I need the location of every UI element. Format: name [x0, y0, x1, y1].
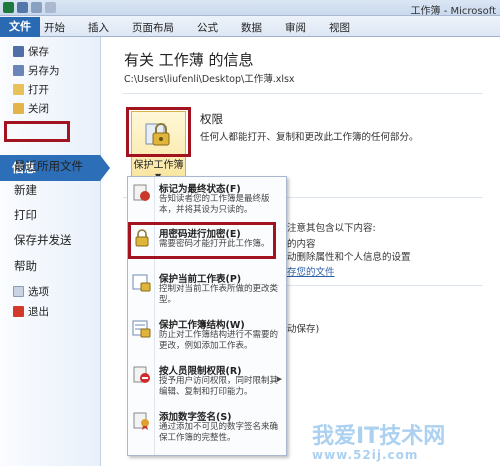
sidebar-item-close[interactable]: 关闭	[0, 99, 100, 117]
tab-formulas[interactable]: 公式	[197, 20, 218, 35]
protect-workbook-menu: 标记为最终状态(F) 告知读者您的工作簿是最终版本，并将其设为只读的。 用密码进…	[127, 176, 287, 456]
quick-access-toolbar	[3, 2, 56, 13]
sidebar-item-exit[interactable]: 退出	[0, 302, 100, 320]
menu-item-digital-signature[interactable]: 添加数字签名(S) 通过添加不可见的数字签名来确保工作簿的完整性。	[128, 407, 286, 451]
sidebar-item-options[interactable]: 选项	[0, 282, 100, 300]
menu-item-desc: 告知读者您的工作簿是最终版本，并将其设为只读的。	[159, 194, 270, 215]
backstage-sidebar: 保存 另存为 打开 关闭 信息 最近所用文件 新建 打印 保存并发送 帮助 选项…	[0, 37, 110, 466]
ribbon-tabs: 文件 开始 插入 页面布局 公式 数据 审阅 视图	[0, 16, 500, 37]
inspect-heading-fragment: 注意其包含以下内容:	[287, 223, 376, 234]
versions-line-fragment: 动保存)	[287, 324, 320, 335]
tab-review[interactable]: 审阅	[285, 20, 306, 35]
tab-list: 开始 插入 页面布局 公式 数据 审阅 视图	[44, 20, 373, 35]
permissions-heading: 权限	[200, 112, 223, 126]
divider	[287, 285, 483, 286]
site-watermark: 我爱IT技术网 www.52ij.com	[312, 418, 445, 462]
divider	[123, 93, 483, 94]
sidebar-item-label: 退出	[28, 305, 49, 318]
sidebar-item-recent[interactable]: 最近所用文件	[14, 158, 83, 174]
menu-item-protect-sheet[interactable]: 保护当前工作表(P) 控制对当前工作表所做的更改类型。	[128, 269, 286, 313]
sidebar-item-label: 打开	[28, 83, 49, 96]
menu-item-title: 标记为最终状态(F)	[159, 184, 241, 195]
menu-item-mark-final[interactable]: 标记为最终状态(F) 告知读者您的工作簿是最终版本，并将其设为只读的。	[128, 179, 286, 223]
menu-item-title: 添加数字签名(S)	[159, 412, 232, 423]
sidebar-item-label: 另存为	[28, 64, 60, 77]
exit-icon	[13, 305, 24, 317]
page-title: 有关 工作薄 的信息	[124, 51, 254, 69]
mark-final-icon	[133, 184, 150, 201]
window-title: 工作簿 - Microsoft	[410, 6, 496, 17]
inspect-link-fragment[interactable]: 存您的文件	[287, 264, 335, 278]
folder-open-icon	[13, 83, 24, 95]
restrict-permission-icon	[133, 366, 150, 383]
protect-workbook-label: 保护工作簿	[133, 160, 184, 171]
sidebar-item-label: 选项	[28, 285, 49, 298]
highlight-box-encrypt	[128, 222, 276, 259]
menu-item-title: 保护工作簿结构(W)	[159, 320, 245, 331]
folder-close-icon	[13, 102, 24, 114]
tab-page-layout[interactable]: 页面布局	[132, 20, 174, 35]
excel-app-icon[interactable]	[3, 2, 14, 13]
tab-home[interactable]: 开始	[44, 20, 65, 35]
menu-item-desc: 控制对当前工作表所做的更改类型。	[159, 284, 279, 305]
tab-insert[interactable]: 插入	[88, 20, 109, 35]
inspect-line-fragment: 动删除属性和个人信息的设置	[287, 252, 411, 263]
digital-signature-icon	[133, 412, 149, 430]
submenu-arrow-icon: ▶	[276, 375, 282, 383]
menu-item-restrict-permission[interactable]: 按人员限制权限(R) 授予用户访问权限，同时限制其编辑、复制和打印能力。 ▶	[128, 361, 286, 405]
inspect-line-fragment: 的内容	[287, 239, 316, 250]
sidebar-item-open[interactable]: 打开	[0, 80, 100, 98]
sidebar-item-label: 保存	[28, 45, 49, 58]
tab-data[interactable]: 数据	[241, 20, 262, 35]
menu-item-title: 按人员限制权限(R)	[159, 366, 242, 377]
menu-item-desc: 授予用户访问权限，同时限制其编辑、复制和打印能力。	[159, 376, 279, 397]
save-as-icon	[13, 64, 24, 76]
redo-icon[interactable]	[45, 2, 56, 13]
tab-view[interactable]: 视图	[329, 20, 350, 35]
sidebar-item-save-send[interactable]: 保存并发送	[14, 232, 72, 248]
menu-item-title: 保护当前工作表(P)	[159, 274, 242, 285]
tab-file[interactable]: 文件	[0, 17, 40, 37]
sidebar-item-help[interactable]: 帮助	[14, 258, 37, 274]
sidebar-item-new[interactable]: 新建	[14, 182, 37, 198]
save-icon[interactable]	[17, 2, 28, 13]
permissions-description: 任何人都能打开、复制和更改此工作簿的任何部分。	[200, 132, 419, 143]
file-path: C:\Users\liufenli\Desktop\工作薄.xlsx	[124, 74, 295, 85]
sidebar-item-save[interactable]: 保存	[0, 42, 100, 60]
save-icon	[13, 45, 24, 57]
watermark-main: 我爱IT技术网	[312, 424, 446, 449]
menu-item-desc: 防止对工作簿结构进行不需要的更改，例如添加工作表。	[159, 330, 279, 351]
menu-item-desc: 通过添加不可见的数字签名来确保工作簿的完整性。	[159, 422, 279, 443]
highlight-box-protect	[126, 107, 191, 157]
protect-structure-icon	[132, 320, 151, 338]
sidebar-item-label: 关闭	[28, 102, 49, 115]
undo-icon[interactable]	[31, 2, 42, 13]
watermark-url: www.52ij.com	[312, 448, 419, 462]
title-bar: 工作簿 - Microsoft	[0, 0, 500, 17]
options-icon	[13, 285, 24, 297]
sidebar-item-print[interactable]: 打印	[14, 207, 37, 223]
protect-sheet-icon	[132, 274, 151, 292]
highlight-box-info	[4, 121, 70, 142]
menu-item-protect-structure[interactable]: 保护工作簿结构(W) 防止对工作簿结构进行不需要的更改，例如添加工作表。	[128, 315, 286, 359]
sidebar-item-save-as[interactable]: 另存为	[0, 61, 100, 79]
